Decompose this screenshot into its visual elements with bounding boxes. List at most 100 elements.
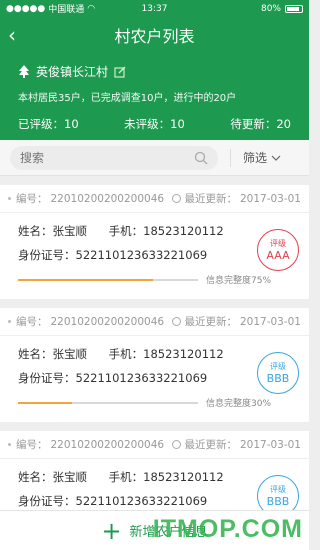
id-label: 编号：	[16, 316, 48, 328]
updated-value: 2017-03-01	[239, 192, 301, 205]
clock-icon	[172, 440, 182, 449]
household-id: 编号： 22010200200200046	[8, 314, 164, 329]
id-label: 编号：	[16, 439, 48, 451]
phone-field: 手机：18523120112	[109, 347, 224, 361]
household-id: 编号： 22010200200200046	[8, 437, 164, 452]
name-field: 姓名：张宝顺	[18, 224, 87, 238]
idcard-row: 身份证号：522110123633221069	[18, 493, 291, 509]
idcard-label: 身份证号：	[18, 371, 76, 385]
divider	[230, 148, 231, 167]
name-label: 姓名：	[18, 470, 53, 484]
search-box[interactable]	[10, 145, 218, 170]
last-updated: 最近更新： 2017-03-01	[172, 437, 301, 452]
name-label: 姓名：	[18, 224, 53, 238]
card-body: 姓名：张宝顺 手机：18523120112 身份证号：5221101236332…	[0, 336, 309, 394]
progress-track	[18, 401, 198, 404]
rating-label: 评级	[270, 485, 286, 494]
progress-text: 信息完整度75%	[206, 276, 272, 286]
name-field: 姓名：张宝顺	[18, 470, 87, 484]
rating-label: 评级	[270, 239, 286, 248]
rating-badge: 评级 AAA	[257, 229, 299, 271]
idcard-value: 522110123633221069	[75, 494, 208, 508]
card-header: 编号： 22010200200200046 最近更新： 2017-03-01	[0, 308, 309, 336]
stat-value: 10	[170, 117, 185, 131]
nav-bar: ‹ 村农户列表	[0, 17, 309, 53]
id-value: 22010200200200046	[50, 438, 165, 451]
clock-time: 13:37	[141, 3, 168, 14]
village-name: 英俊镇长江村	[36, 65, 109, 79]
progress-text: 信息完整度30%	[206, 399, 272, 409]
progress-track	[18, 278, 198, 281]
name-value: 张宝顺	[52, 347, 88, 361]
phone-label: 手机：	[108, 347, 144, 361]
page-title: 村农户列表	[114, 27, 195, 46]
household-card[interactable]: 编号： 22010200200200046 最近更新： 2017-03-01 姓…	[0, 308, 309, 422]
stat-label: 未评级：	[124, 117, 171, 131]
status-bar: ●●●●● 中国联通 ◠ 13:37 80%	[0, 0, 309, 17]
idcard-row: 身份证号：522110123633221069	[18, 247, 291, 263]
updated-label: 最近更新：	[184, 439, 237, 451]
name-value: 张宝顺	[52, 470, 88, 484]
filter-label: 筛选	[243, 151, 268, 165]
search-icon[interactable]	[194, 151, 208, 165]
name-label: 姓名：	[18, 347, 53, 361]
phone-label: 手机：	[108, 470, 144, 484]
phone-value: 18523120112	[143, 224, 224, 238]
name-field: 姓名：张宝顺	[18, 347, 87, 361]
search-input[interactable]	[20, 150, 170, 165]
idcard-value: 522110123633221069	[75, 371, 208, 385]
updated-label: 最近更新：	[184, 316, 237, 328]
back-arrow-icon[interactable]: ‹	[8, 23, 16, 47]
progress-fill	[18, 278, 153, 281]
phone-field: 手机：18523120112	[109, 224, 224, 238]
phone-label: 手机：	[108, 224, 144, 238]
bullet-icon	[8, 197, 11, 200]
card-header: 编号： 22010200200200046 最近更新： 2017-03-01	[0, 431, 309, 459]
bullet-icon	[8, 320, 11, 323]
village-header: 英俊镇长江村	[18, 63, 291, 80]
household-card[interactable]: 编号： 22010200200200046 最近更新： 2017-03-01 姓…	[0, 185, 309, 299]
rating-stats: 已评级：10 未评级：10 待更新：20	[18, 116, 291, 132]
phone-value: 18523120112	[143, 470, 224, 484]
village-summary: 英俊镇长江村 本村居民35户，已完成调查10户，进行中的20户 已评级：10 未…	[0, 53, 309, 140]
battery-icon	[285, 4, 303, 13]
tree-icon	[19, 65, 29, 78]
last-updated: 最近更新： 2017-03-01	[172, 314, 301, 329]
updated-label: 最近更新：	[184, 193, 237, 205]
completeness-progress: 信息完整度30%	[18, 396, 271, 409]
plus-icon: +	[101, 516, 122, 545]
clock-icon	[172, 194, 182, 203]
filter-button[interactable]: 筛选	[243, 149, 281, 166]
name-phone-row: 姓名：张宝顺 手机：18523120112	[18, 469, 291, 485]
card-body: 姓名：张宝顺 手机：18523120112 身份证号：5221101236332…	[0, 459, 309, 517]
edit-icon[interactable]	[114, 66, 126, 78]
village-summary-text: 本村居民35户，已完成调查10户，进行中的20户	[18, 93, 237, 104]
rating-grade: AAA	[266, 249, 290, 262]
completeness-progress: 信息完整度75%	[18, 273, 271, 286]
search-bar: 筛选	[0, 140, 309, 176]
stat-value: 20	[276, 117, 291, 131]
idcard-label: 身份证号：	[18, 494, 76, 508]
household-list: 编号： 22010200200200046 最近更新： 2017-03-01 姓…	[0, 176, 309, 545]
clock-icon	[172, 317, 182, 326]
stat-rated: 已评级：10	[18, 116, 79, 132]
name-value: 张宝顺	[52, 224, 88, 238]
progress-fill	[18, 401, 72, 404]
phone-value: 18523120112	[143, 347, 224, 361]
stat-unrated: 未评级：10	[124, 116, 185, 132]
phone-field: 手机：18523120112	[109, 470, 224, 484]
idcard-label: 身份证号：	[18, 248, 76, 262]
card-header: 编号： 22010200200200046 最近更新： 2017-03-01	[0, 185, 309, 213]
name-phone-row: 姓名：张宝顺 手机：18523120112	[18, 223, 291, 239]
updated-value: 2017-03-01	[239, 438, 301, 451]
updated-value: 2017-03-01	[239, 315, 301, 328]
idcard-row: 身份证号：522110123633221069	[18, 370, 291, 386]
chevron-down-icon	[271, 155, 281, 161]
rating-grade: BBB	[266, 495, 290, 508]
name-phone-row: 姓名：张宝顺 手机：18523120112	[18, 346, 291, 362]
id-value: 22010200200200046	[50, 315, 165, 328]
rating-badge: 评级 BBB	[257, 352, 299, 394]
household-id: 编号： 22010200200200046	[8, 191, 164, 206]
idcard-value: 522110123633221069	[75, 248, 208, 262]
stat-value: 10	[64, 117, 79, 131]
